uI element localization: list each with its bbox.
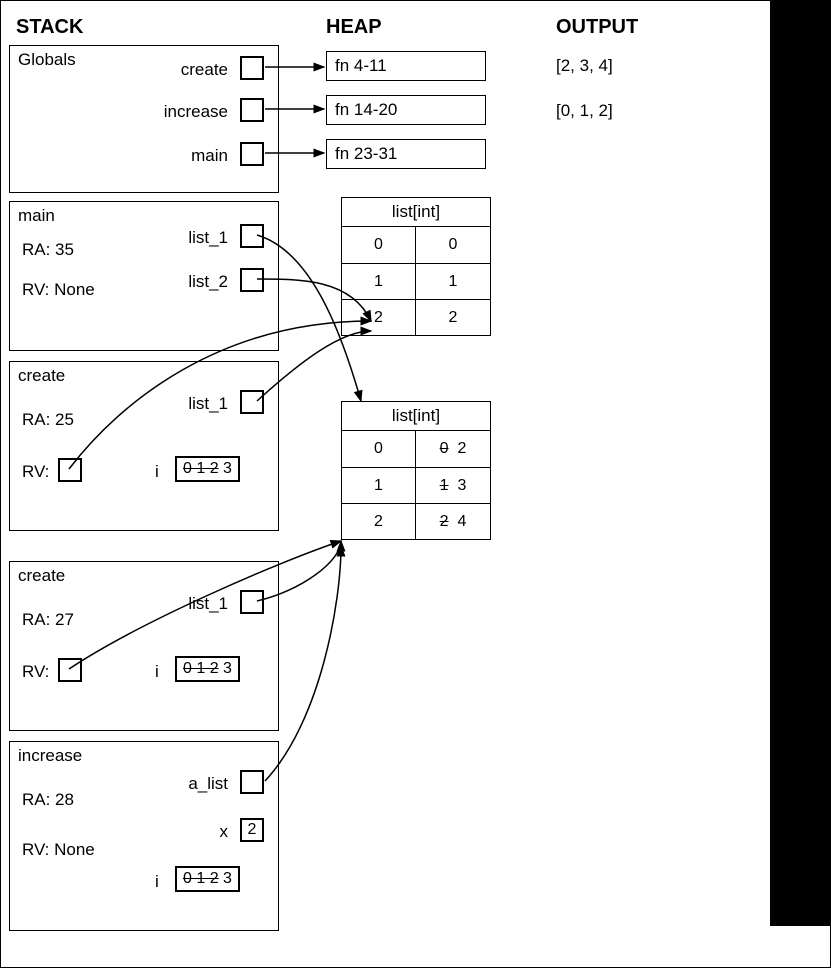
frame-increase: increase RA: 28 RV: None a_list x 2 i 0 … — [9, 741, 279, 931]
stack-header: STACK — [16, 16, 83, 39]
box-create2-rv — [58, 658, 82, 682]
label-create2-i: i — [155, 662, 159, 682]
heap-list1-title: list[int] — [342, 198, 490, 227]
increase-ra: RA: 28 — [22, 790, 74, 810]
heap-list2-idx-0: 0 — [342, 431, 416, 467]
heap-list1-idx-0: 0 — [342, 227, 416, 263]
frame-increase-title: increase — [18, 746, 82, 766]
heap-list2-old-0: 0 — [440, 440, 449, 457]
diagram-canvas: STACK HEAP OUTPUT Globals create increas… — [0, 0, 831, 968]
heap-list1-val-0: 0 — [416, 227, 490, 263]
label-main-list2: list_2 — [188, 272, 228, 292]
create1-ra: RA: 25 — [22, 410, 74, 430]
heap-fn-increase: fn 14-20 — [326, 95, 486, 125]
label-create2-list1: list_1 — [188, 594, 228, 614]
main-ra: RA: 35 — [22, 240, 74, 260]
box-increase-i-seq: 0 1 2 3 — [175, 866, 240, 892]
right-black-strip — [770, 1, 830, 926]
heap-list2-title: list[int] — [342, 402, 490, 431]
label-create1-i: i — [155, 462, 159, 482]
box-create1-list1 — [240, 390, 264, 414]
frame-create2-title: create — [18, 566, 65, 586]
heap-list1: list[int] 0 0 1 1 2 2 — [341, 197, 491, 336]
label-create: create — [181, 60, 228, 80]
heap-list2-old-1: 1 — [440, 477, 449, 494]
increase-rv: RV: None — [22, 840, 95, 860]
box-main-list1 — [240, 224, 264, 248]
frame-main-title: main — [18, 206, 55, 226]
create1-i-struck: 0 1 2 — [183, 460, 219, 477]
box-create2-i-seq: 0 1 2 3 — [175, 656, 240, 682]
box-globals-create — [240, 56, 264, 80]
label-increase-i: i — [155, 872, 159, 892]
heap-list2-new-2: 4 — [457, 513, 466, 530]
box-globals-increase — [240, 98, 264, 122]
create1-i-final: 3 — [223, 460, 232, 477]
create2-i-struck: 0 1 2 — [183, 660, 219, 677]
frame-globals-title: Globals — [18, 50, 76, 70]
heap-list2-idx-1: 1 — [342, 467, 416, 503]
frame-globals: Globals create increase main — [9, 45, 279, 193]
increase-i-struck: 0 1 2 — [183, 870, 219, 887]
heap-list2-idx-2: 2 — [342, 503, 416, 539]
heap-list2-val-1: 1 3 — [416, 467, 490, 503]
label-main-list1: list_1 — [188, 228, 228, 248]
heap-fn-create: fn 4-11 — [326, 51, 486, 81]
box-create2-list1 — [240, 590, 264, 614]
heap-list1-idx-2: 2 — [342, 299, 416, 335]
heap-list2-old-2: 2 — [440, 513, 449, 530]
output-header: OUTPUT — [556, 16, 638, 39]
box-globals-main — [240, 142, 264, 166]
label-increase-x: x — [220, 822, 229, 842]
output-line-1: [2, 3, 4] — [556, 56, 613, 76]
main-rv: RV: None — [22, 280, 95, 300]
heap-list2-val-2: 2 4 — [416, 503, 490, 539]
label-create1-list1: list_1 — [188, 394, 228, 414]
label-main: main — [191, 146, 228, 166]
heap-list2-new-0: 2 — [457, 440, 466, 457]
frame-create1: create RA: 25 RV: list_1 i 0 1 2 3 — [9, 361, 279, 531]
heap-list2-val-0: 0 2 — [416, 431, 490, 467]
create2-i-final: 3 — [223, 660, 232, 677]
box-create1-i-seq: 0 1 2 3 — [175, 456, 240, 482]
box-increase-alist — [240, 770, 264, 794]
heap-list2: list[int] 0 0 2 1 1 3 2 2 4 — [341, 401, 491, 540]
frame-create2: create RA: 27 RV: list_1 i 0 1 2 3 — [9, 561, 279, 731]
label-increase: increase — [164, 102, 228, 122]
heap-list1-val-1: 1 — [416, 263, 490, 299]
frame-create1-title: create — [18, 366, 65, 386]
create1-rv-label: RV: — [22, 462, 49, 482]
label-increase-alist: a_list — [188, 774, 228, 794]
heap-header: HEAP — [326, 16, 382, 39]
box-main-list2 — [240, 268, 264, 292]
output-line-2: [0, 1, 2] — [556, 101, 613, 121]
frame-main: main RA: 35 RV: None list_1 list_2 — [9, 201, 279, 351]
box-create1-rv — [58, 458, 82, 482]
box-increase-x: 2 — [240, 818, 264, 842]
create2-rv-label: RV: — [22, 662, 49, 682]
heap-list2-new-1: 3 — [457, 477, 466, 494]
create2-ra: RA: 27 — [22, 610, 74, 630]
increase-i-final: 3 — [223, 870, 232, 887]
heap-list1-idx-1: 1 — [342, 263, 416, 299]
heap-fn-main: fn 23-31 — [326, 139, 486, 169]
heap-list1-val-2: 2 — [416, 299, 490, 335]
